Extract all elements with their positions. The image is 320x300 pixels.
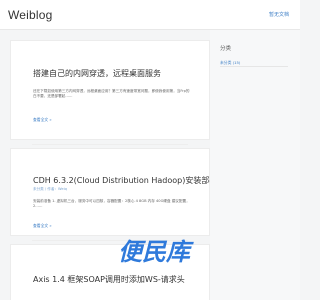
sidebar-divider: [220, 66, 288, 67]
top-navbar: Weiblog 暂无文档: [0, 0, 300, 30]
post-excerpt: 安装前准备 1. 虚拟机三台，服务中可以四核，容器配置：2核心 4 8GB 内存…: [33, 199, 190, 209]
nav-link-docs[interactable]: 暂无文档: [269, 11, 289, 18]
watermark-text-logo: 便民库: [118, 238, 194, 266]
watermark-logo: 便民库: [118, 236, 238, 266]
post-divider: [32, 144, 188, 145]
read-more-link[interactable]: 查看全文 »: [33, 117, 52, 123]
read-more-link[interactable]: 查看全文 »: [33, 223, 52, 229]
site-logo[interactable]: Weiblog: [8, 8, 53, 22]
svg-text:便民库: 便民库: [118, 238, 194, 266]
post-title[interactable]: 搭建自己的内网穿透，远程桌面服务: [33, 68, 161, 79]
post-card: CDH 6.3.2(Cloud Distribution Hadoop)安装部署…: [10, 148, 217, 236]
post-meta: 未分类 / 作者：Weiq: [33, 187, 67, 191]
post-excerpt: 还在下载如使用第三方内网穿透，远程桌面应用？第三方有速度带宽问题，即使我使用第，…: [33, 89, 190, 99]
post-title[interactable]: Axis 1.4 框架SOAP调用时添加WS-请求头: [33, 274, 185, 285]
sidebar-heading: 分类: [220, 46, 232, 52]
post-card: 搭建自己的内网穿透，远程桌面服务 还在下载如使用第三方内网穿透，远程桌面应用？第…: [10, 40, 210, 140]
post-title[interactable]: CDH 6.3.2(Cloud Distribution Hadoop)安装部署: [33, 175, 217, 186]
